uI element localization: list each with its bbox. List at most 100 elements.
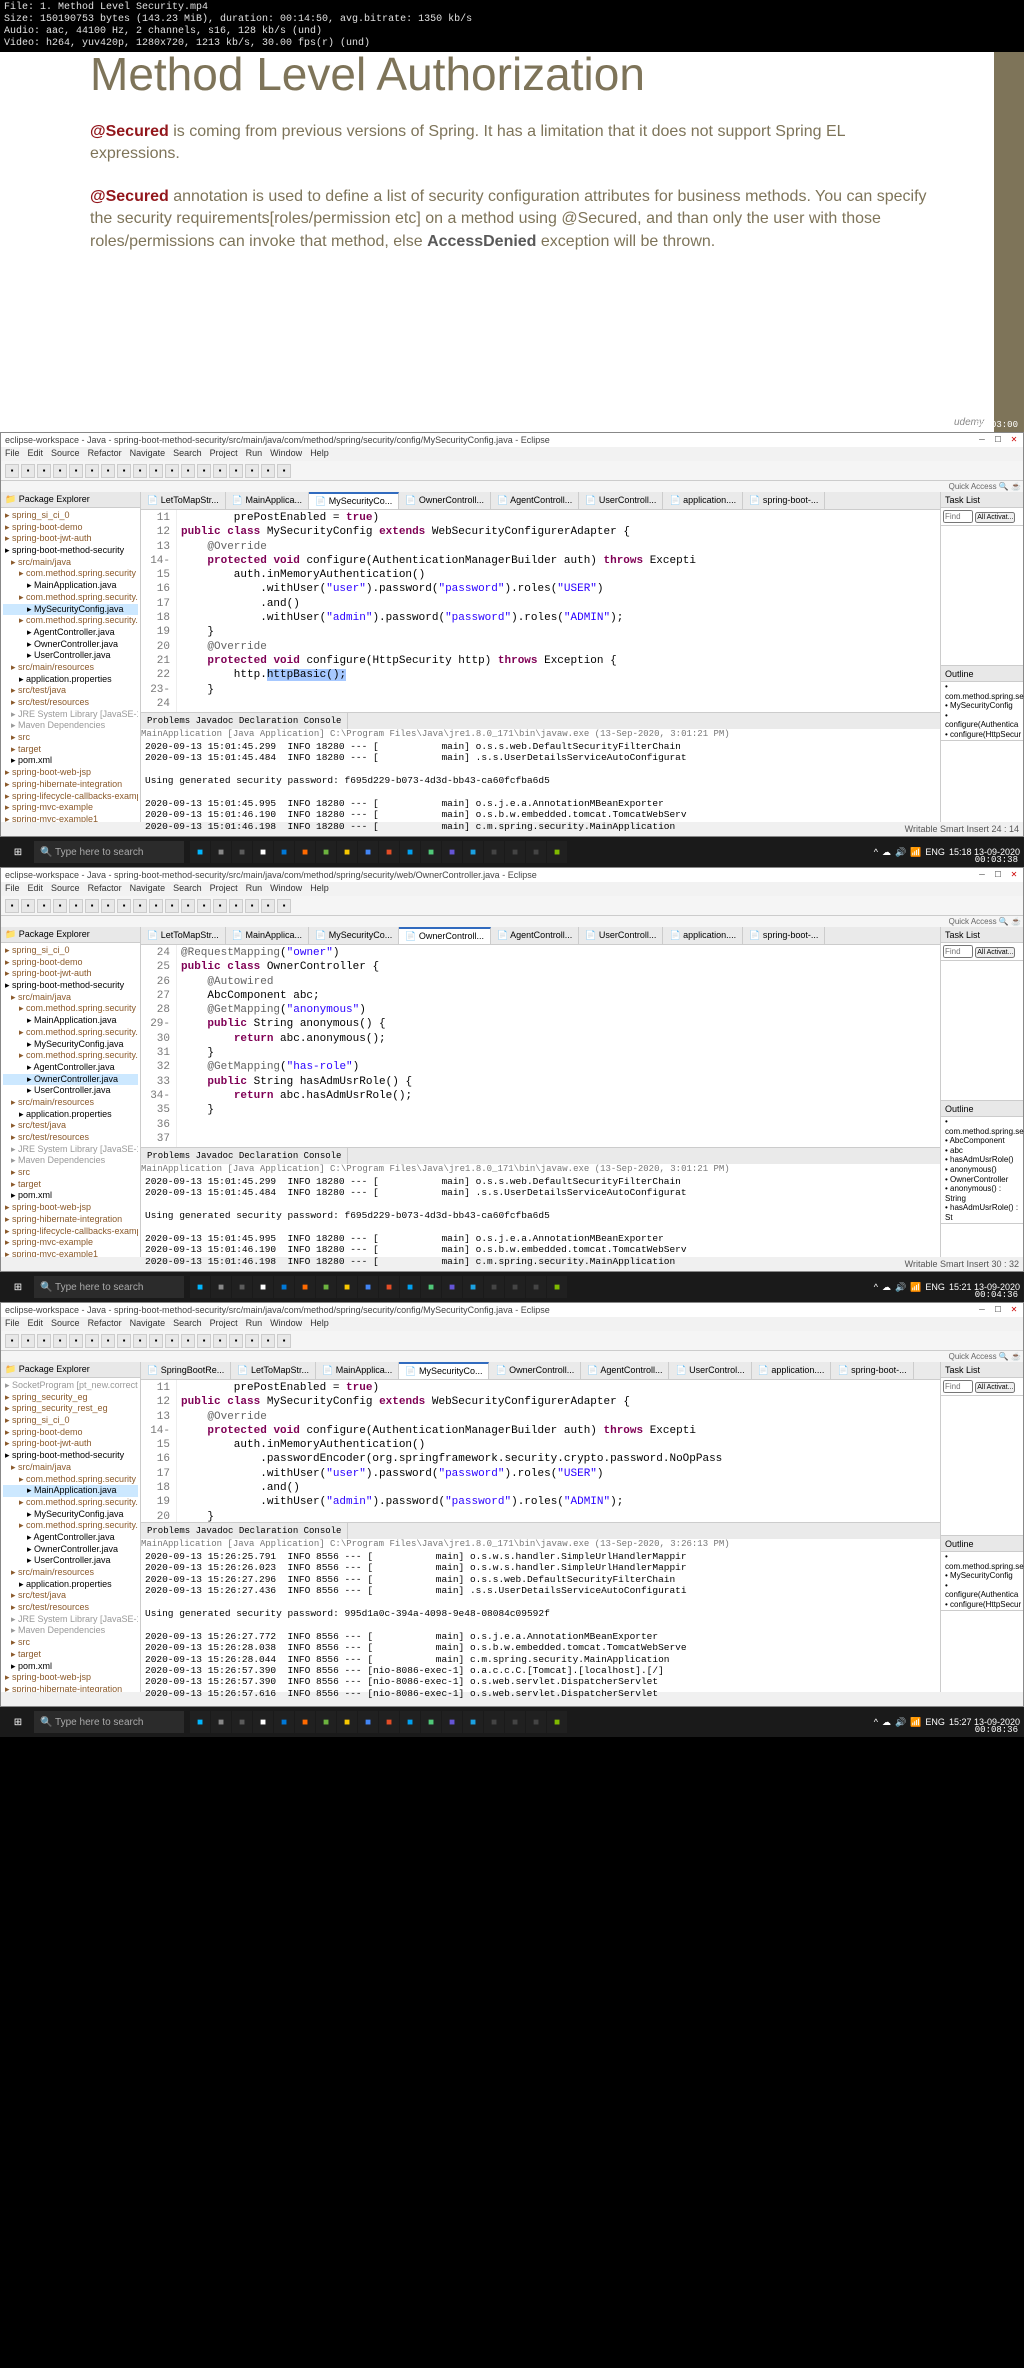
tree-item[interactable]: ▸ pom.xml [3, 1661, 138, 1673]
taskbar-app-icon[interactable]: ■ [274, 1276, 294, 1298]
taskbar-app-icon[interactable]: ■ [295, 1711, 315, 1733]
toolbar-button[interactable]: ▪ [133, 464, 147, 478]
taskbar-app-icon[interactable]: ■ [484, 841, 504, 863]
taskbar-app-icon[interactable]: ■ [358, 1276, 378, 1298]
editor-tab[interactable]: 📄 spring-boot-... [743, 492, 825, 509]
taskbar-app-icon[interactable]: ■ [316, 1276, 336, 1298]
toolbar-button[interactable]: ▪ [229, 464, 243, 478]
toolbar-button[interactable]: ▪ [181, 1334, 195, 1348]
close-button[interactable]: ✕ [1009, 870, 1019, 880]
taskbar-app-icon[interactable]: ■ [400, 1711, 420, 1733]
tree-item[interactable]: ▸ spring-boot-jwt-auth [3, 533, 138, 545]
menu-item[interactable]: Help [310, 883, 329, 895]
tree-item[interactable]: ▸ src/test/resources [3, 1602, 138, 1614]
toolbar-button[interactable]: ▪ [101, 464, 115, 478]
taskbar-app-icon[interactable]: ■ [505, 1276, 525, 1298]
find-input[interactable] [943, 1380, 973, 1393]
tree-item[interactable]: ▸ spring-hibernate-integration [3, 1684, 138, 1692]
maximize-button[interactable]: ☐ [993, 435, 1003, 445]
toolbar-button[interactable]: ▪ [21, 1334, 35, 1348]
toolbar-button[interactable]: ▪ [85, 464, 99, 478]
tree-item[interactable]: ▸ src/main/resources [3, 1097, 138, 1109]
menu-item[interactable]: Source [51, 448, 80, 460]
editor-tab[interactable]: 📄 LetToMapStr... [141, 492, 226, 509]
toolbar-button[interactable]: ▪ [245, 464, 259, 478]
taskbar-app-icon[interactable]: ■ [295, 1276, 315, 1298]
tree-item[interactable]: ▸ pom.xml [3, 755, 138, 767]
tree-item[interactable]: ▸ src/main/resources [3, 1567, 138, 1579]
menu-item[interactable]: Window [270, 448, 302, 460]
editor-tab[interactable]: 📄 spring-boot-... [743, 927, 825, 944]
toolbar-button[interactable]: ▪ [37, 899, 51, 913]
code-editor[interactable]: 11121314-151617181920212223-242526 } pre… [141, 510, 940, 712]
minimize-button[interactable]: ─ [977, 1305, 987, 1315]
tree-item[interactable]: ▸ src [3, 1637, 138, 1649]
tree-item[interactable]: ▸ spring-mvc-example [3, 802, 138, 814]
toolbar-button[interactable]: ▪ [245, 899, 259, 913]
toolbar-button[interactable]: ▪ [21, 899, 35, 913]
taskbar-app-icon[interactable]: ■ [274, 1711, 294, 1733]
menu-item[interactable]: Search [173, 883, 202, 895]
taskbar-app-icon[interactable]: ■ [505, 841, 525, 863]
tree-item[interactable]: ▸ spring-boot-demo [3, 522, 138, 534]
toolbar-button[interactable]: ▪ [101, 1334, 115, 1348]
toolbar-button[interactable]: ▪ [69, 464, 83, 478]
toolbar-button[interactable]: ▪ [181, 464, 195, 478]
tree-item[interactable]: ▸ OwnerController.java [3, 639, 138, 651]
tree-item[interactable]: ▸ AgentController.java [3, 627, 138, 639]
toolbar-button[interactable]: ▪ [197, 464, 211, 478]
toolbar-button[interactable]: ▪ [101, 899, 115, 913]
taskbar-app-icon[interactable]: ■ [526, 1711, 546, 1733]
tree-item[interactable]: ▸ spring-boot-method-security [3, 1450, 138, 1462]
toolbar-button[interactable]: ▪ [149, 464, 163, 478]
tree-item[interactable]: ▸ spring-hibernate-integration [3, 1214, 138, 1226]
toolbar-button[interactable]: ▪ [277, 464, 291, 478]
toolbar-button[interactable]: ▪ [165, 464, 179, 478]
toolbar-button[interactable]: ▪ [69, 899, 83, 913]
tree-item[interactable]: ▸ src/test/java [3, 1590, 138, 1602]
taskbar-app-icon[interactable]: ■ [358, 1711, 378, 1733]
tree-item[interactable]: ▸ src/main/java [3, 1462, 138, 1474]
tree-item[interactable]: ▸ src/main/java [3, 557, 138, 569]
taskbar-search[interactable]: 🔍 Type here to search [34, 841, 184, 863]
toolbar-button[interactable]: ▪ [53, 899, 67, 913]
tree-item[interactable]: ▸ UserController.java [3, 1085, 138, 1097]
taskbar-app-icon[interactable]: ■ [253, 1711, 273, 1733]
maximize-button[interactable]: ☐ [993, 1305, 1003, 1315]
tree-item[interactable]: ▸ com.method.spring.security.web [3, 1520, 138, 1532]
menu-item[interactable]: Edit [28, 448, 44, 460]
toolbar-button[interactable]: ▪ [21, 464, 35, 478]
toolbar-button[interactable]: ▪ [165, 899, 179, 913]
tree-item[interactable]: ▸ src/main/resources [3, 662, 138, 674]
tree-item[interactable]: ▸ JRE System Library [JavaSE-1.8] [3, 1614, 138, 1626]
tree-item[interactable]: ▸ application.properties [3, 1109, 138, 1121]
menu-item[interactable]: File [5, 448, 20, 460]
tree-item[interactable]: ▸ spring-boot-demo [3, 1427, 138, 1439]
tree-item[interactable]: ▸ spring_si_ci_0 [3, 945, 138, 957]
taskbar-app-icon[interactable]: ■ [190, 841, 210, 863]
menu-item[interactable]: File [5, 1318, 20, 1330]
menu-item[interactable]: Refactor [88, 883, 122, 895]
tree-item[interactable]: ▸ application.properties [3, 1579, 138, 1591]
taskbar-app-icon[interactable]: ■ [463, 1276, 483, 1298]
menu-item[interactable]: Edit [28, 1318, 44, 1330]
taskbar-app-icon[interactable]: ■ [337, 1276, 357, 1298]
tree-item[interactable]: ▸ src/test/java [3, 1120, 138, 1132]
taskbar-app-icon[interactable]: ■ [253, 1276, 273, 1298]
menu-item[interactable]: Source [51, 883, 80, 895]
tree-item[interactable]: ▸ spring-boot-web-jsp [3, 767, 138, 779]
taskbar-app-icon[interactable]: ■ [484, 1711, 504, 1733]
toolbar-button[interactable]: ▪ [133, 899, 147, 913]
taskbar-search[interactable]: 🔍 Type here to search [34, 1711, 184, 1733]
start-button[interactable]: ⊞ [4, 1711, 32, 1733]
tree-item[interactable]: ▸ src/main/java [3, 992, 138, 1004]
taskbar-app-icon[interactable]: ■ [232, 1711, 252, 1733]
editor-tab[interactable]: 📄 MainApplica... [226, 492, 309, 509]
code-editor[interactable]: 11121314-1516171819202122 prePostEnabled… [141, 1380, 940, 1522]
tree-item[interactable]: ▸ spring-mvc-example [3, 1237, 138, 1249]
tree-item[interactable]: ▸ Maven Dependencies [3, 720, 138, 732]
taskbar-app-icon[interactable]: ■ [400, 841, 420, 863]
menu-item[interactable]: Run [246, 448, 263, 460]
menu-item[interactable]: Help [310, 448, 329, 460]
all-button[interactable]: All Activat... [975, 1382, 1015, 1393]
